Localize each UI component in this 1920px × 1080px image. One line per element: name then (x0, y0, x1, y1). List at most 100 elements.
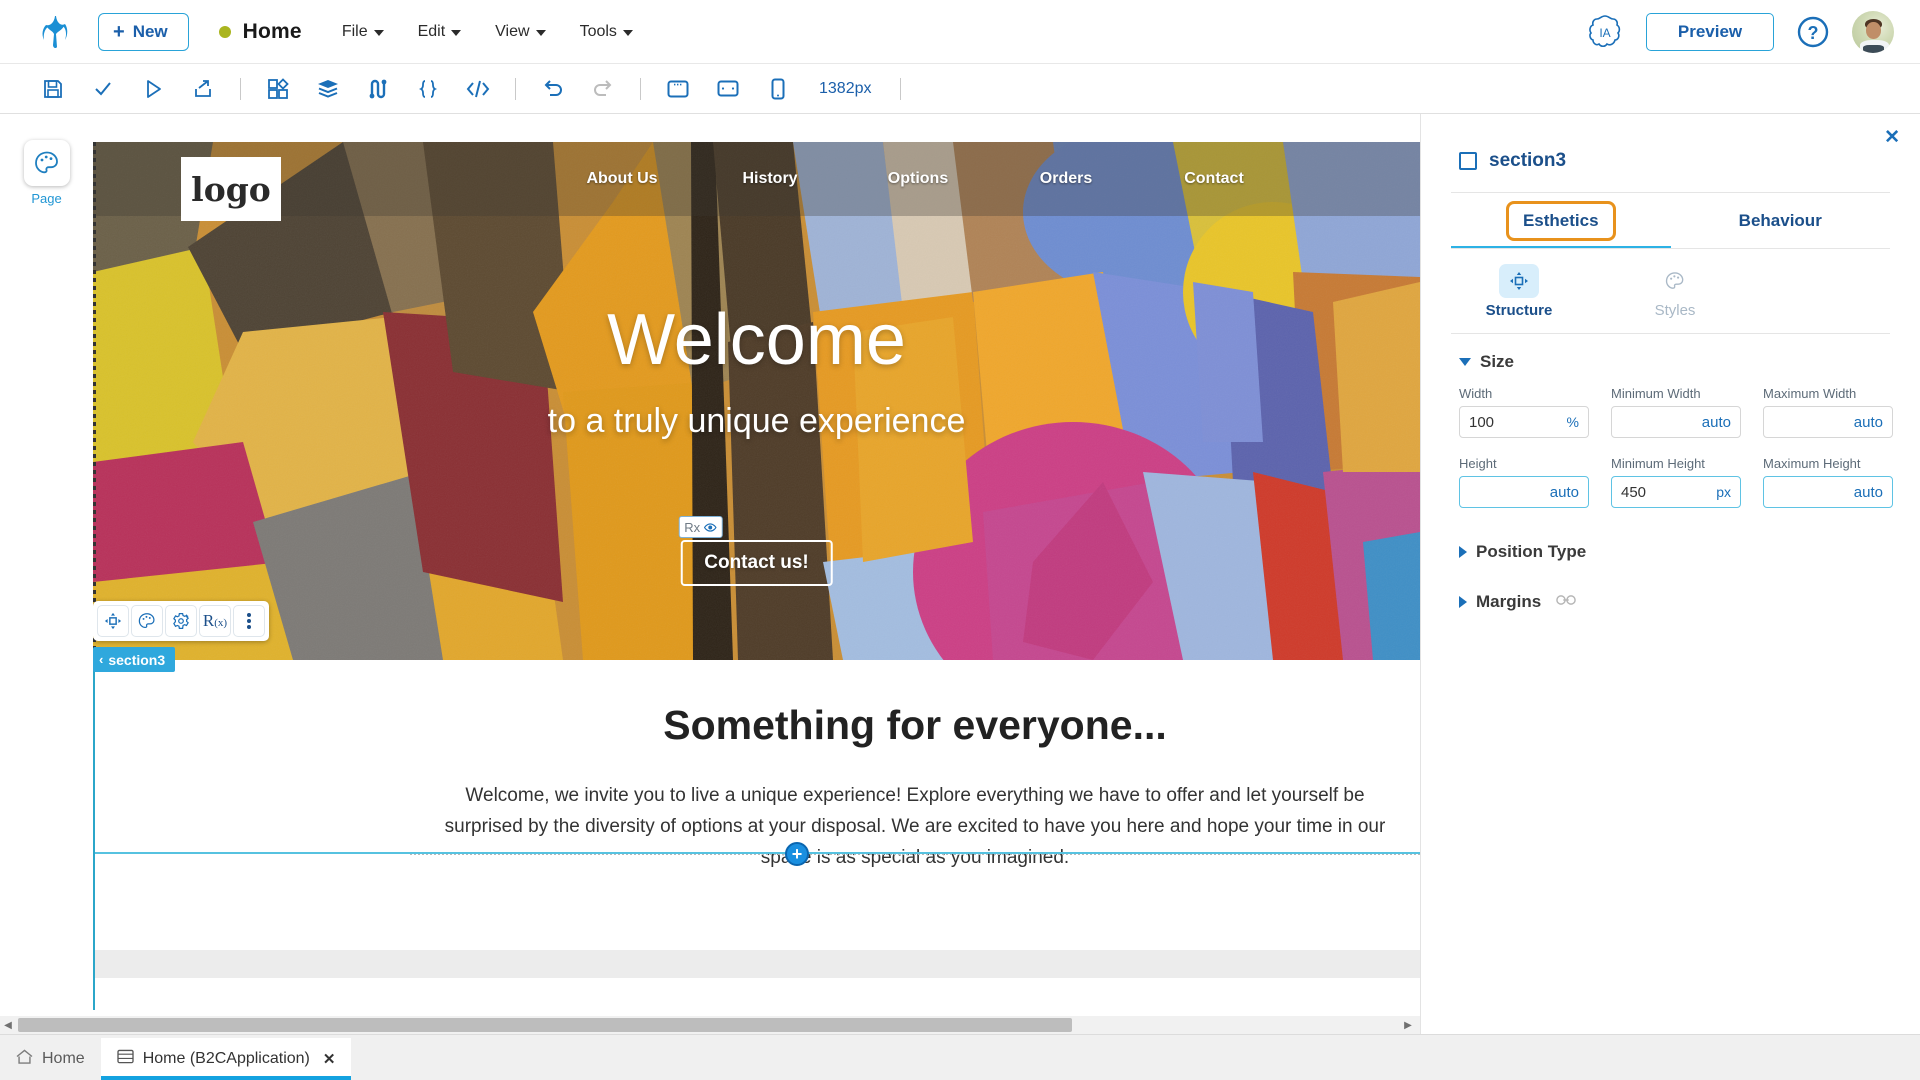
field-min-height-value: 450 (1621, 483, 1647, 501)
question-circle-icon[interactable]: ? (1796, 15, 1830, 49)
tablet-icon[interactable] (703, 69, 753, 109)
selected-element-tag[interactable]: ‹ section3 (93, 647, 176, 672)
field-height-input[interactable]: auto (1459, 476, 1589, 508)
play-icon[interactable] (128, 69, 178, 109)
status-dot (218, 25, 231, 38)
palette-icon (1655, 264, 1695, 298)
menu-file-label: File (341, 22, 368, 40)
section-position-type-header[interactable]: Position Type (1421, 508, 1920, 562)
preview-button[interactable]: Preview (1646, 13, 1774, 51)
menu-view-label: View (495, 22, 530, 40)
scrollbar-thumb[interactable] (18, 1018, 1072, 1032)
redo-icon[interactable] (578, 69, 628, 109)
flow-icon[interactable] (353, 69, 403, 109)
ia-badge-icon[interactable]: IA (1586, 13, 1624, 51)
layers-icon[interactable] (303, 69, 353, 109)
application-window: + New Home File Edit View Tools IA Previ… (0, 0, 1920, 1080)
properties-panel: ✕ section3 Esthetics Behaviour Structure (1420, 114, 1920, 1039)
selection-vertical-dashed (93, 782, 95, 982)
field-min-width-input[interactable]: auto (1611, 406, 1741, 438)
link-icon[interactable] (1556, 593, 1577, 611)
content-section[interactable]: Something for everyone... Welcome, we in… (410, 660, 1420, 982)
field-min-height: Minimum Height 450 px (1611, 456, 1741, 508)
subtab-structure-label: Structure (1485, 302, 1553, 319)
frog-logo-icon[interactable] (34, 11, 76, 53)
hero-title: Welcome (607, 300, 906, 380)
palette-icon (23, 140, 70, 186)
save-icon[interactable] (28, 69, 78, 109)
sidebar-item-page[interactable]: Page (18, 140, 76, 206)
subtab-structure[interactable]: Structure (1471, 264, 1567, 319)
menu-tools[interactable]: Tools (580, 23, 633, 41)
field-width-value: 100 (1469, 413, 1495, 431)
field-width-input[interactable]: 100 % (1459, 406, 1589, 438)
bottom-tab-home[interactable]: Home (0, 1038, 101, 1080)
subtab-styles[interactable]: Styles (1627, 264, 1723, 319)
bottom-tab-b2capplication[interactable]: Home (B2CApplication) ✕ (100, 1038, 352, 1080)
canvas-area[interactable]: logo About Us History Options Orders Con… (93, 114, 1420, 1017)
caret-left-icon[interactable]: ◀ (0, 1020, 16, 1031)
rx-icon[interactable]: R(x) (199, 605, 231, 637)
palette-icon[interactable] (131, 605, 163, 637)
field-height-label: Height (1459, 456, 1497, 471)
desktop-view-button[interactable] (653, 69, 703, 109)
plus-handle-icon[interactable]: + (785, 842, 809, 866)
page-status: Home (218, 19, 302, 44)
page-title: Home (242, 19, 302, 43)
new-button-label: New (132, 21, 168, 41)
field-max-height-input[interactable]: auto (1763, 476, 1893, 508)
desktop-icon (667, 80, 689, 98)
cta-contact-button[interactable]: Contact us! (680, 540, 833, 586)
chevron-right-icon (1459, 596, 1467, 608)
field-min-width-placeholder: auto (1701, 413, 1731, 431)
bottom-tab-b2capplication-label: Home (B2CApplication) (142, 1050, 310, 1067)
menu-file[interactable]: File (342, 23, 384, 41)
toolbar-separator (515, 77, 516, 100)
field-height-placeholder: auto (1549, 483, 1579, 501)
braces-icon[interactable] (403, 69, 453, 109)
hero-section[interactable]: logo About Us History Options Orders Con… (93, 142, 1420, 660)
toolbar-separator (899, 77, 901, 100)
section-margins-label: Margins (1476, 592, 1542, 611)
field-min-height-input[interactable]: 450 px (1611, 476, 1741, 508)
move-icon[interactable] (97, 605, 129, 637)
menu-edit-label: Edit (417, 22, 446, 40)
export-icon[interactable] (178, 69, 228, 109)
section-margins-header[interactable]: Margins (1421, 562, 1920, 612)
tab-highlight-ring (1505, 201, 1616, 241)
undo-icon[interactable] (528, 69, 578, 109)
section-size-label: Size (1480, 352, 1515, 371)
avatar[interactable] (1852, 11, 1894, 53)
more-vertical-icon[interactable] (233, 605, 265, 637)
field-max-height: Maximum Height auto (1763, 456, 1893, 508)
plus-icon: + (113, 20, 125, 43)
field-max-width-input[interactable]: auto (1763, 406, 1893, 438)
close-icon[interactable]: ✕ (1884, 126, 1900, 149)
field-max-width: Maximum Width auto (1763, 386, 1893, 438)
rx-visibility-badge[interactable]: Rx (678, 516, 724, 538)
tab-behaviour[interactable]: Behaviour (1671, 193, 1891, 249)
panel-header: section3 (1421, 114, 1920, 172)
size-row-height: Height auto Minimum Height 450 px Maximu… (1421, 438, 1920, 508)
selected-element-tag-label: section3 (108, 651, 166, 668)
check-icon[interactable] (78, 69, 128, 109)
canvas-horizontal-scrollbar[interactable]: ◀ ▶ (0, 1016, 1420, 1034)
field-width-label: Width (1459, 386, 1493, 401)
menu-edit[interactable]: Edit (418, 23, 462, 41)
components-icon[interactable] (253, 69, 303, 109)
new-button[interactable]: + New (98, 12, 189, 51)
selection-dotted-guide (410, 854, 1420, 855)
home-icon (16, 1049, 33, 1069)
caret-right-icon[interactable]: ▶ (1400, 1020, 1416, 1031)
settings-icon[interactable] (165, 605, 197, 637)
svg-text:?: ? (1808, 23, 1819, 43)
bottom-tab-home-label: Home (42, 1050, 85, 1067)
menu-view[interactable]: View (495, 22, 546, 41)
panel-tabs-baseline (1451, 248, 1890, 249)
close-icon[interactable]: ✕ (323, 1050, 336, 1068)
code-icon[interactable] (453, 69, 503, 109)
tab-esthetics[interactable]: Esthetics (1451, 193, 1671, 249)
editor-toolbar: 1382px (0, 64, 1920, 114)
section-size-header[interactable]: Size (1421, 334, 1920, 372)
mobile-icon[interactable] (753, 69, 803, 109)
